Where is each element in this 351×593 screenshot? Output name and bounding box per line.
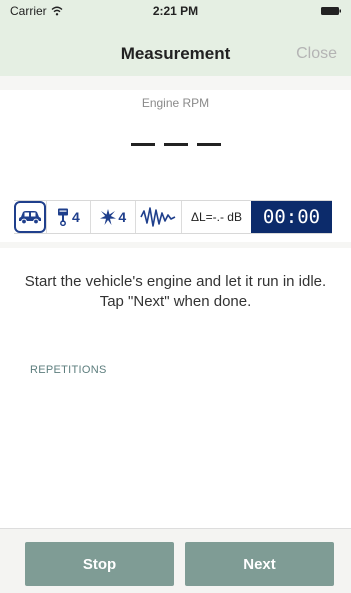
repetitions-header: REPETITIONS <box>30 364 107 376</box>
status-bar: Carrier 2:21 PM <box>0 0 351 22</box>
stop-button[interactable]: Stop <box>25 542 174 586</box>
cylinders-indicator[interactable]: 4 <box>47 201 90 233</box>
sound-level-readout: ΔL=-.- dB <box>190 210 242 224</box>
rpm-placeholder-dash <box>196 143 221 146</box>
rpm-placeholder-dash <box>130 143 155 146</box>
waveform-button[interactable] <box>136 201 181 233</box>
waveform-icon <box>140 207 176 227</box>
navigation-bar: Measurement Close <box>0 38 351 72</box>
cylinders-count: 4 <box>71 209 80 225</box>
engine-rpm-value <box>0 143 351 146</box>
spark-icon <box>100 209 117 225</box>
ignition-indicator[interactable]: 4 <box>91 201 134 233</box>
vehicle-mode-button[interactable] <box>14 201 46 233</box>
status-time: 2:21 PM <box>152 4 199 18</box>
car-icon <box>18 211 41 225</box>
engine-rpm-label: Engine RPM <box>141 96 210 110</box>
measurement-timer: 00:00 <box>251 201 332 233</box>
piston-icon <box>57 208 68 226</box>
rpm-placeholder-dash <box>163 143 188 146</box>
ignition-count: 4 <box>118 209 127 225</box>
battery-icon <box>321 7 341 15</box>
header-divider-band <box>0 76 351 90</box>
measurement-toolbar: 4 4 ΔL=-.- dB 00:00 <box>14 200 332 234</box>
app-header: Carrier 2:21 PM Measurement Close <box>0 0 351 76</box>
instruction-text: Start the vehicle's engine and let it ru… <box>24 273 327 310</box>
close-button[interactable]: Close <box>296 45 337 63</box>
toolbar-divider-band <box>0 242 351 248</box>
next-button[interactable]: Next <box>185 542 334 586</box>
